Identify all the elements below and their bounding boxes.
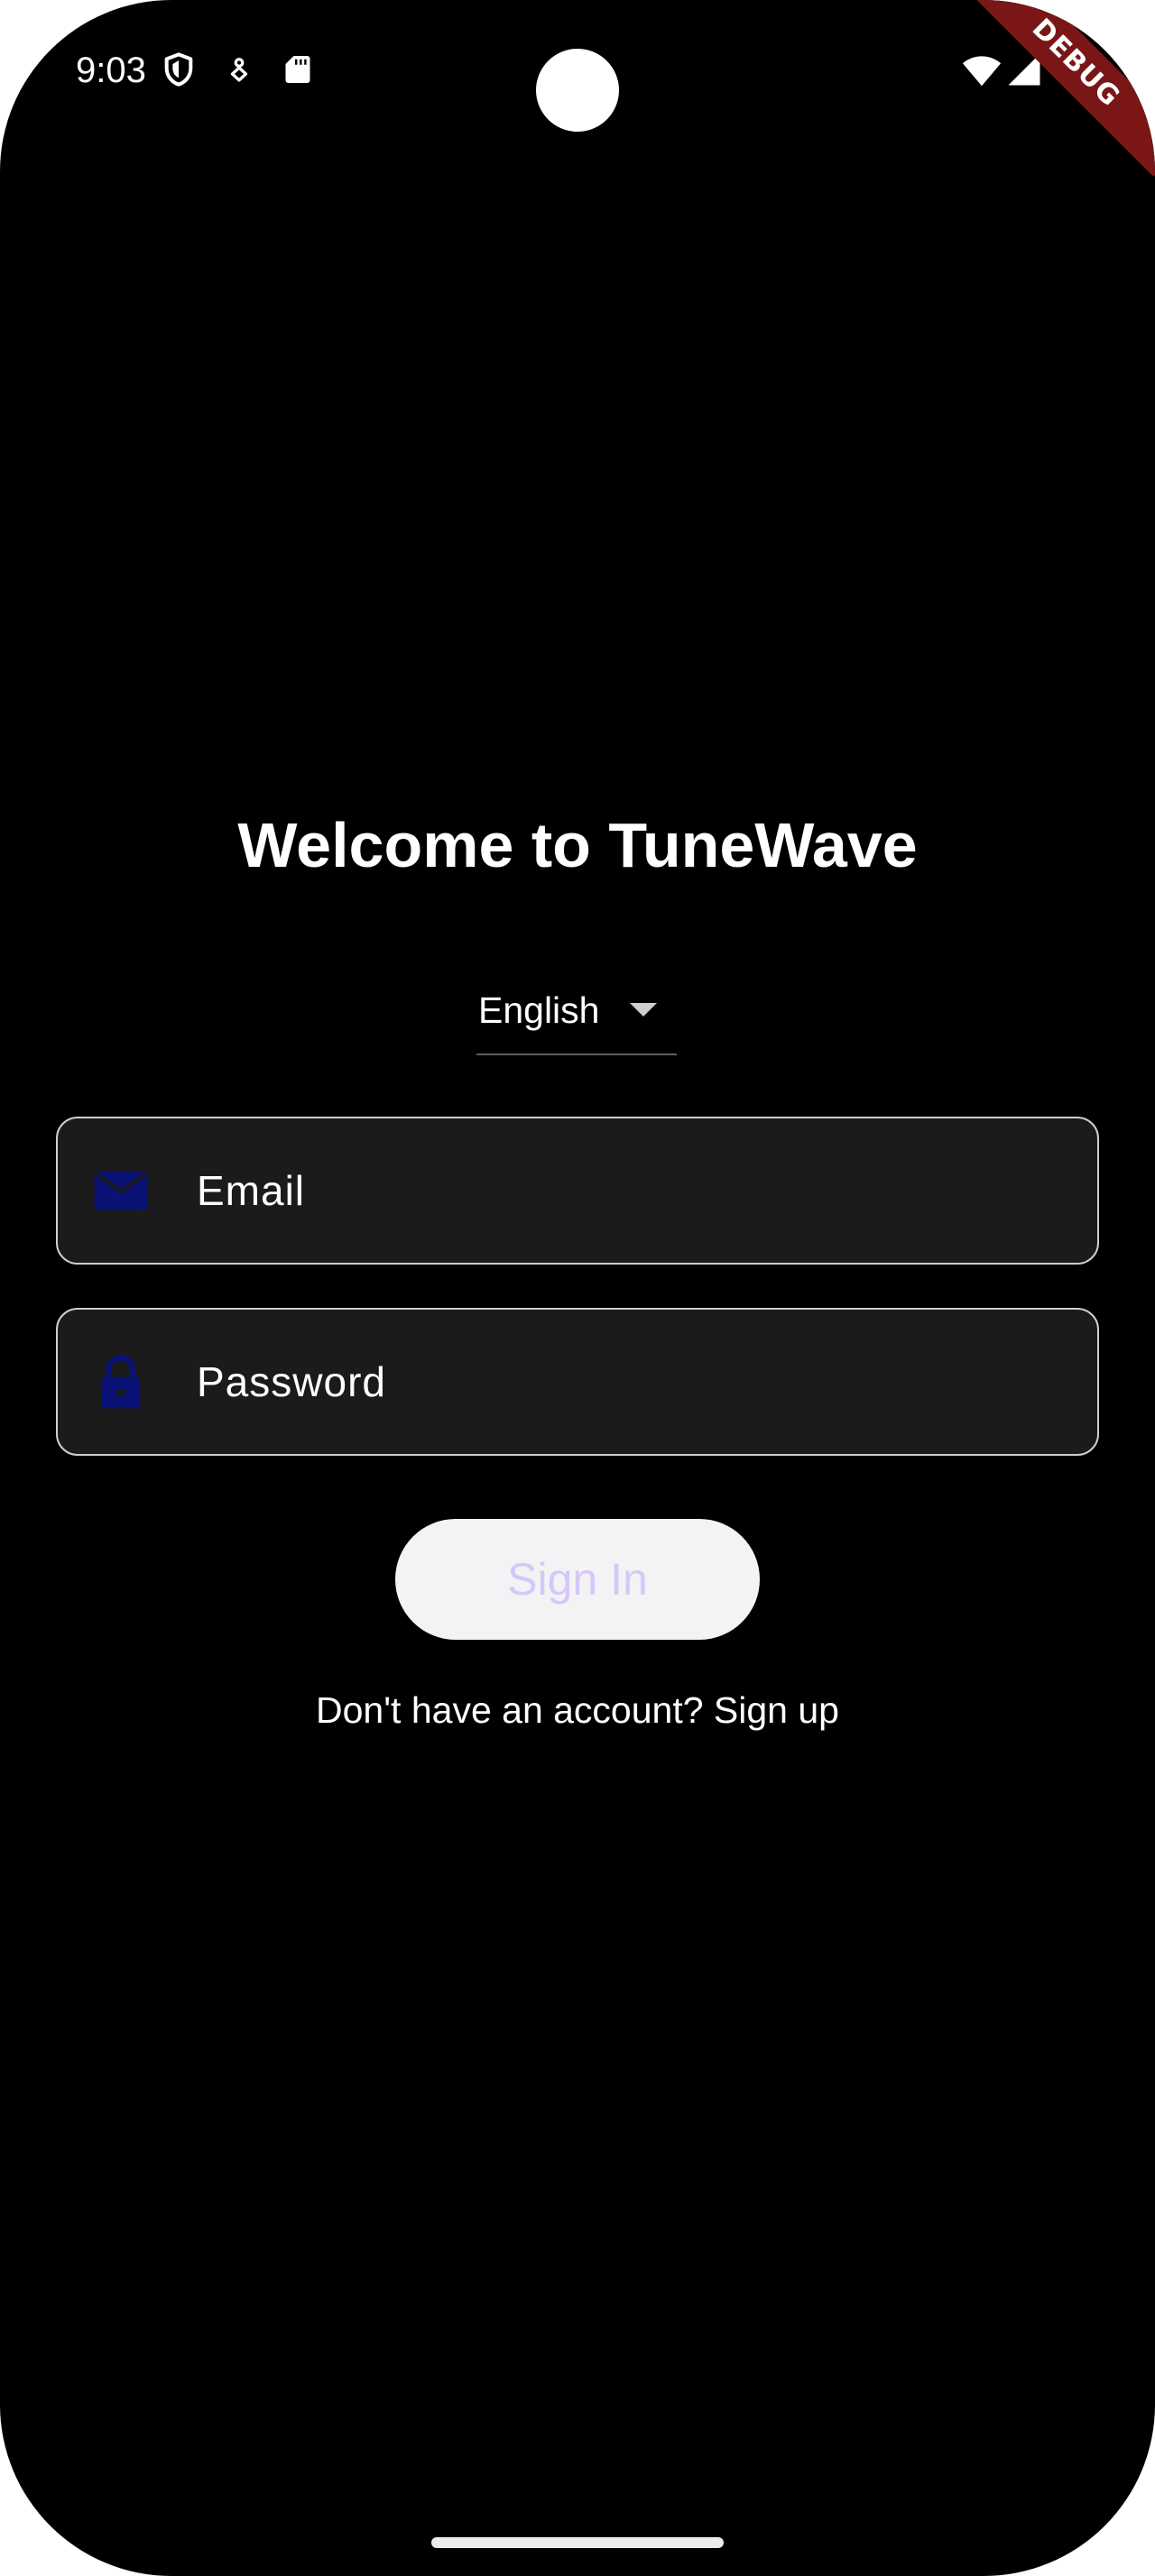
wifi-icon [962,56,1002,87]
shield-icon [164,52,193,87]
mail-icon [94,1171,148,1210]
email-input[interactable] [197,1155,1063,1227]
home-indicator[interactable] [431,2537,724,2548]
language-dropdown-value: English [478,989,600,1031]
language-dropdown[interactable]: English [476,981,677,1055]
front-camera [536,49,619,132]
location-pin-icon [230,58,248,82]
password-input[interactable] [197,1346,1063,1418]
password-field[interactable] [56,1308,1099,1456]
lock-icon [101,1355,141,1409]
sign-up-link[interactable]: Don't have an account? Sign up [0,1685,1155,1735]
email-field[interactable] [56,1117,1099,1265]
sign-in-button[interactable]: Sign In [395,1519,760,1640]
arrow-drop-down-icon [630,1003,657,1017]
app-screen: 9:03 DEBUG Welcome to TuneWave English E… [0,0,1155,2576]
page-title: Welcome to TuneWave [237,810,918,880]
sd-card-icon [285,56,310,83]
status-time: 9:03 [76,51,146,90]
